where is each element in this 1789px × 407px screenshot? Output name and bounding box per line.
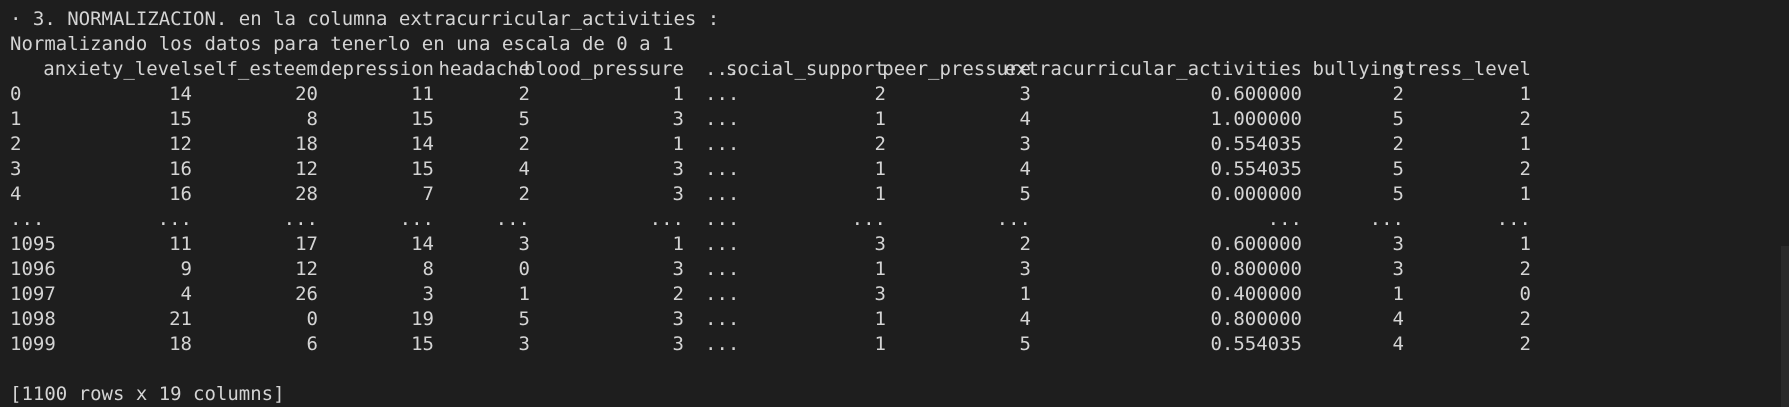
table-cell: 1	[1019, 283, 1031, 305]
table-cell: 2	[1519, 258, 1531, 280]
subheading-line: Normalizando los datos para tenerlo en u…	[10, 33, 674, 55]
table-row: 3 16 12 15 4 3... 1 4 0.554035 5 2	[10, 157, 1789, 182]
table-cell: 5	[1019, 333, 1031, 355]
table-cell: 2	[1519, 158, 1531, 180]
terminal-scrollbar[interactable]	[1781, 246, 1789, 407]
table-cell: ...	[996, 208, 1031, 230]
terminal-output: · 3. NORMALIZACION. en la columna extrac…	[10, 7, 1789, 407]
heading-line: · 3. NORMALIZACION. en la columna extrac…	[10, 8, 720, 30]
table-row: 0 14 20 11 2 1... 2 3 0.600000 2 1	[10, 82, 1789, 107]
table-row: 1097 4 26 3 1 2... 3 1 0.400000 1 0	[10, 282, 1789, 307]
table-cell: 2	[1519, 108, 1531, 130]
table-cell: 4	[1019, 308, 1031, 330]
table-cell: 3	[1019, 83, 1031, 105]
table-cell: 1	[1519, 133, 1531, 155]
table-cell: 4	[1019, 158, 1031, 180]
table-cell: 2	[1519, 308, 1531, 330]
table-row: ....................................	[10, 207, 1789, 232]
table-cell: 0	[1519, 283, 1531, 305]
table-row: 1096 9 12 8 0 3... 1 3 0.800000 3 2	[10, 257, 1789, 282]
table-cell: ...	[1496, 208, 1531, 230]
table-cell: 3	[1019, 133, 1031, 155]
table-cell: 1	[1519, 83, 1531, 105]
table-cell: 1	[1519, 183, 1531, 205]
dataframe-shape-footer: [1100 rows x 19 columns]	[10, 383, 285, 405]
column-header: stress_level	[1393, 58, 1531, 80]
table-cell: 2	[1019, 233, 1031, 255]
table-row: 4 16 28 7 2 3... 1 5 0.000000 5 1	[10, 182, 1789, 207]
table-row: 1 15 8 15 5 3... 1 4 1.000000 5 2	[10, 107, 1789, 132]
column-header: peer_pressure	[882, 58, 1031, 80]
table-cell: 4	[1019, 108, 1031, 130]
table-row: 1095 11 17 14 3 1... 3 2 0.600000 3 1	[10, 232, 1789, 257]
dataframe-table: anxiety_level self_esteem depression headac…	[10, 57, 1789, 357]
table-row: 1098 21 0 19 5 3... 1 4 0.800000 4 2	[10, 307, 1789, 332]
table-cell: 1	[1519, 233, 1531, 255]
table-header-row: anxiety_level self_esteem depression headac…	[10, 57, 1789, 82]
table-row: 2 12 18 14 2 1... 2 3 0.554035 2 1	[10, 132, 1789, 157]
table-cell: 5	[1019, 183, 1031, 205]
table-cell: 2	[1519, 333, 1531, 355]
table-row: 1099 18 6 15 3 3... 1 5 0.554035 4 2	[10, 332, 1789, 357]
table-cell: 3	[1019, 258, 1031, 280]
